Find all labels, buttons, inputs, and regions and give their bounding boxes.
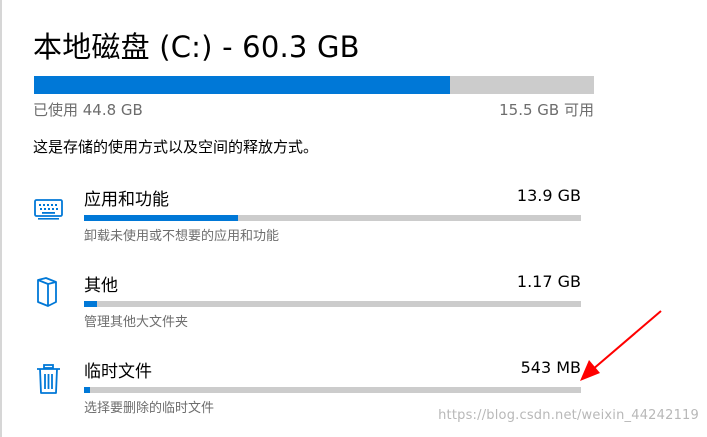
category-subtitle: 卸载未使用或不想要的应用和功能	[84, 229, 280, 244]
category-subtitle: 管理其他大文件夹	[84, 315, 189, 330]
category-subtitle: 选择要删除的临时文件	[84, 401, 215, 416]
category-name: 其他	[84, 276, 118, 296]
storage-description: 这是存储的使用方式以及空间的释放方式。	[33, 138, 319, 156]
category-usage-bar-fill	[84, 301, 97, 307]
watermark: https://blog.csdn.net/weixin_44242119	[438, 408, 699, 423]
page-title: 本地磁盘 (C:) - 60.3 GB	[33, 30, 360, 64]
category-usage-bar-fill	[84, 215, 239, 221]
category-usage-bar-fill	[84, 387, 90, 393]
storage-usage-bar-fill	[34, 76, 451, 94]
storage-usage-bar	[34, 76, 594, 94]
category-size: 543 MB	[520, 358, 581, 377]
category-size: 13.9 GB	[516, 186, 581, 205]
category-usage-bar	[84, 215, 581, 221]
trash-icon	[33, 363, 65, 395]
category-size: 1.17 GB	[516, 272, 581, 291]
category-name: 应用和功能	[84, 190, 169, 210]
folder-icon	[33, 277, 65, 309]
category-usage-bar	[84, 387, 581, 393]
keyboard-icon	[33, 193, 65, 225]
category-usage-bar	[84, 301, 581, 307]
free-space-label: 15.5 GB 可用	[499, 101, 594, 119]
category-name: 临时文件	[84, 362, 152, 382]
used-space-label: 已使用 44.8 GB	[33, 101, 143, 119]
category-apps-and-features[interactable]: 应用和功能 13.9 GB 卸载未使用或不想要的应用和功能	[0, 185, 600, 255]
category-other[interactable]: 其他 1.17 GB 管理其他大文件夹	[0, 271, 600, 341]
